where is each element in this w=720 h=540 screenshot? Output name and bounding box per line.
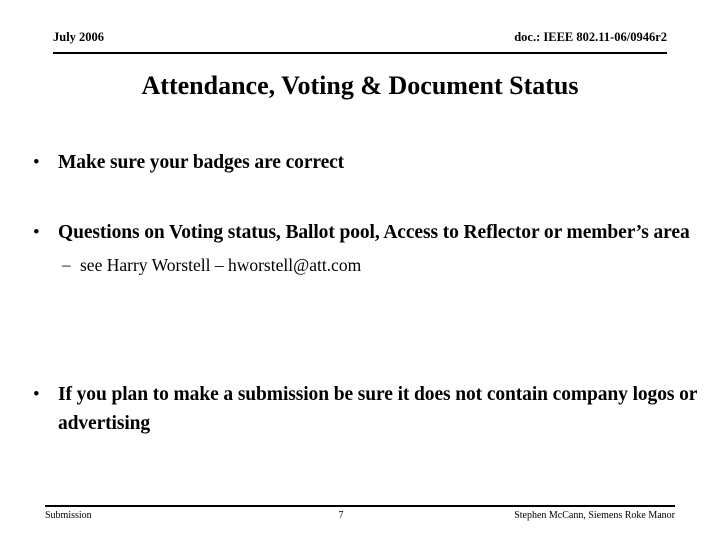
bullet-row: • Questions on Voting status, Ballot poo… (30, 218, 698, 247)
footer-page-number: 7 (338, 510, 344, 521)
sub-bullet-text: see Harry Worstell – hworstell@att.com (80, 255, 362, 275)
bullet-item: • Make sure your badges are correct (30, 148, 698, 177)
header-document-reference: doc.: IEEE 802.11-06/0946r2 (514, 30, 667, 44)
footer-submission-label: Submission (45, 510, 92, 521)
slide-footer: Submission 7 Stephen McCann, Siemens Rok… (45, 505, 675, 522)
bullet-item: • Questions on Voting status, Ballot poo… (30, 218, 698, 278)
bullet-row: • If you plan to make a submission be su… (30, 380, 698, 438)
footer-author: Stephen McCann, Siemens Roke Manor (514, 510, 675, 521)
bullet-text: Questions on Voting status, Ballot pool,… (58, 222, 690, 243)
page-title: Attendance, Voting & Document Status (141, 71, 579, 100)
bullet-marker-icon: • (33, 152, 40, 173)
slide-body: • Make sure your badges are correct • Qu… (30, 140, 698, 480)
slide-header: July 2006 doc.: IEEE 802.11-06/0946r2 (53, 30, 667, 54)
presentation-slide: July 2006 doc.: IEEE 802.11-06/0946r2 At… (0, 0, 720, 540)
bullet-text: Make sure your badges are correct (58, 152, 345, 173)
header-date: July 2006 (53, 30, 105, 44)
bullet-marker-icon: • (33, 222, 40, 243)
bullet-item: • If you plan to make a submission be su… (30, 380, 698, 438)
bullet-text: If you plan to make a submission be sure… (58, 384, 697, 434)
bullet-row: • Make sure your badges are correct (30, 148, 698, 177)
dash-marker-icon: – (62, 255, 71, 274)
bullet-marker-icon: • (33, 384, 40, 405)
sub-bullet-row: – see Harry Worstell – hworstell@att.com (62, 252, 698, 278)
